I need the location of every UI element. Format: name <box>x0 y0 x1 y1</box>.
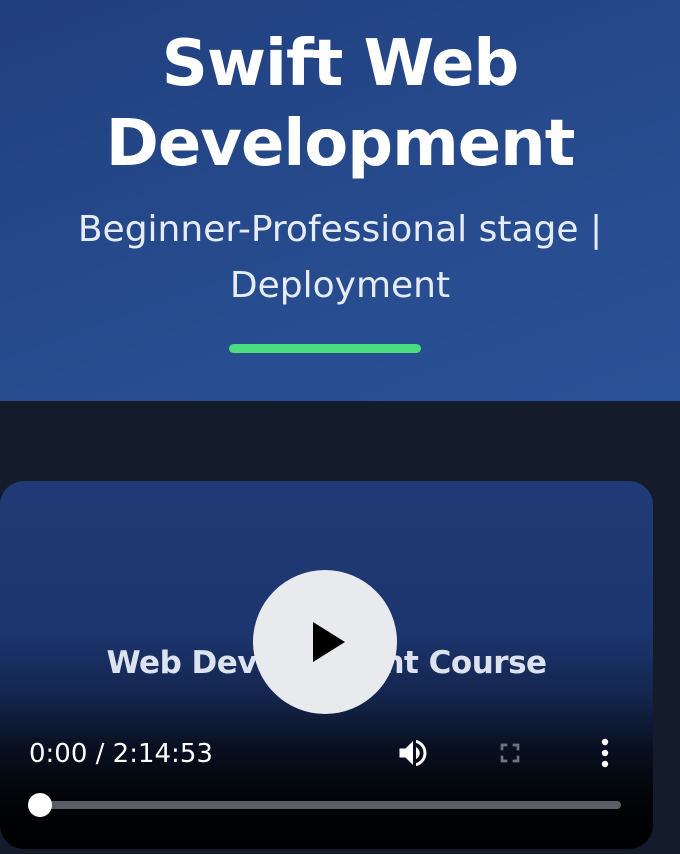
fullscreen-button[interactable] <box>494 737 526 769</box>
time-display: 0:00 / 2:14:53 <box>29 739 213 769</box>
more-options-button[interactable] <box>596 737 614 769</box>
volume-icon <box>399 739 427 767</box>
play-icon <box>313 622 345 662</box>
hero-title-line: Development <box>105 107 576 181</box>
page: Swift Web Development Beginner-Professio… <box>0 0 680 854</box>
fullscreen-icon <box>500 743 520 763</box>
video-player[interactable]: Web Development Course 0:00 / 2:14:53 <box>0 481 653 849</box>
hero-title: Swift Web Development <box>0 24 680 184</box>
play-button[interactable] <box>253 570 397 714</box>
progress-bar[interactable] <box>28 793 621 817</box>
more-vertical-icon <box>601 738 609 768</box>
hero-banner: Swift Web Development Beginner-Professio… <box>0 0 680 401</box>
progress-thumb[interactable] <box>28 793 52 817</box>
hero-subtitle: Beginner-Professional stage | Deployment <box>40 202 640 314</box>
hero-subtitle-line: Deployment <box>229 265 451 306</box>
hero-accent-divider <box>229 344 421 353</box>
hero-subtitle-line: Beginner-Professional stage | <box>77 209 603 250</box>
volume-button[interactable] <box>395 735 431 771</box>
hero-title-line: Swift Web <box>161 27 519 101</box>
